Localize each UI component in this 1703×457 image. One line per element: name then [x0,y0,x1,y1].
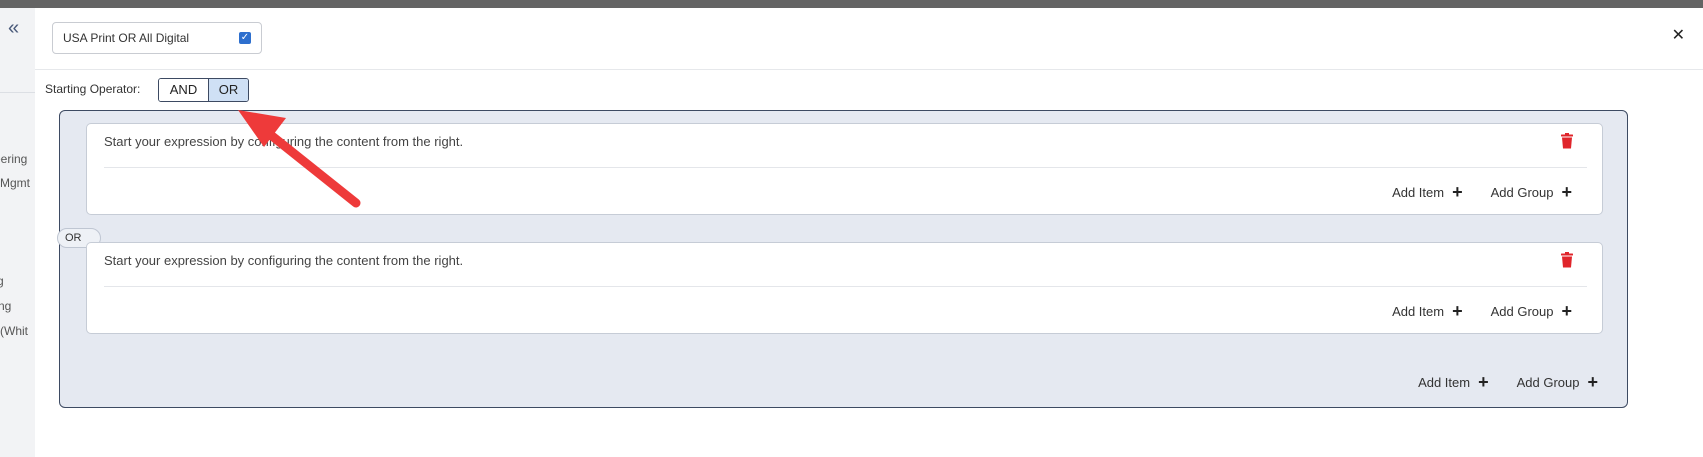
plus-icon: + [1452,182,1463,202]
filter-name: USA Print OR All Digital [63,31,190,45]
plus-icon: + [1561,301,1572,321]
sidebar-divider [0,92,35,93]
expression-group: Start your expression by configuring the… [57,110,1628,408]
add-group-label: Add Group [1490,304,1554,319]
add-item-button[interactable]: Add Item + [1392,182,1463,202]
sidebar-item[interactable]: (Whit [0,324,28,338]
add-item-button[interactable]: Add Item + [1418,372,1489,392]
sidebar: « eering Mgmt g ng (Whit [0,8,35,457]
operator-and-button[interactable]: AND [159,79,208,101]
sidebar-item[interactable]: eering [0,152,27,166]
add-group-button[interactable]: Add Group + [1490,182,1572,202]
add-item-label: Add Item [1418,375,1471,390]
trash-icon[interactable] [1560,133,1574,149]
add-group-button[interactable]: Add Group + [1516,372,1598,392]
expression-builder-panel: USA Print OR All Digital ✓ ✕ Starting Op… [35,8,1703,457]
header-divider [35,69,1703,70]
expression-placeholder-text: Start your expression by configuring the… [104,134,464,149]
expression-card: Start your expression by configuring the… [86,242,1603,334]
expression-placeholder-text: Start your expression by configuring the… [104,253,464,268]
plus-icon: + [1587,372,1598,392]
double-chevron-left-icon[interactable]: « [8,18,19,38]
card-divider [104,167,1587,168]
add-item-label: Add Item [1392,304,1445,319]
group-actions: Add Item + Add Group + [1418,372,1598,392]
plus-icon: + [1478,372,1489,392]
add-group-label: Add Group [1516,375,1580,390]
filter-checkbox[interactable]: ✓ [239,32,251,44]
add-item-button[interactable]: Add Item + [1392,301,1463,321]
operator-or-button[interactable]: OR [208,79,248,101]
card-actions: Add Item + Add Group + [1392,182,1572,202]
card-divider [104,286,1587,287]
close-icon[interactable]: ✕ [1672,28,1685,44]
add-group-button[interactable]: Add Group + [1490,301,1572,321]
sidebar-item[interactable]: Mgmt [0,176,30,190]
starting-operator-label: Starting Operator: [45,82,141,96]
filter-select[interactable]: USA Print OR All Digital ✓ [52,22,262,54]
add-item-label: Add Item [1392,185,1445,200]
window-top-bar [0,0,1703,8]
expression-card: Start your expression by configuring the… [86,123,1603,215]
operator-toggle: AND OR [158,78,249,102]
sidebar-item[interactable]: ng [0,299,11,313]
trash-icon[interactable] [1560,252,1574,268]
card-actions: Add Item + Add Group + [1392,301,1572,321]
plus-icon: + [1561,182,1572,202]
plus-icon: + [1452,301,1463,321]
sidebar-item[interactable]: g [0,274,4,288]
add-group-label: Add Group [1490,185,1554,200]
